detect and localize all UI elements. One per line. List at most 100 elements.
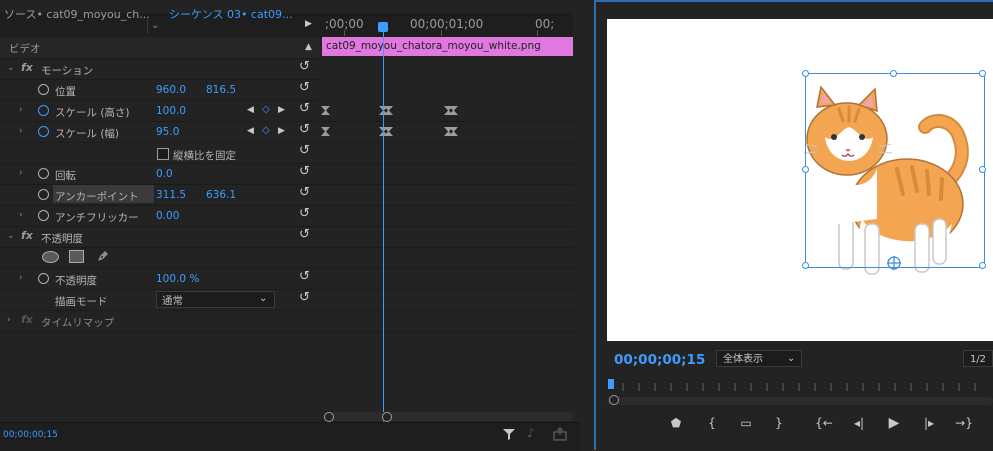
rotation-label: 回転 xyxy=(55,170,76,182)
rotation-value[interactable]: 0.0 xyxy=(156,168,173,180)
transform-handle[interactable] xyxy=(979,70,986,77)
stopwatch-icon[interactable] xyxy=(38,126,49,137)
mark-clip-button[interactable]: ▭ xyxy=(737,414,755,432)
timeline-row xyxy=(321,142,573,164)
expand-icon[interactable]: › xyxy=(19,273,23,283)
scale-height-label: スケール (高さ) xyxy=(55,107,130,119)
scale-height-value[interactable]: 100.0 xyxy=(156,105,186,117)
loop-audio-icon[interactable]: ♪ xyxy=(527,426,535,440)
stopwatch-icon[interactable] xyxy=(38,189,49,200)
scrollbar-left-handle[interactable] xyxy=(324,412,334,422)
opacity-expand-icon[interactable]: ⌄ xyxy=(7,231,15,241)
timeline-row xyxy=(321,247,573,269)
next-keyframe-icon[interactable]: ▶ xyxy=(278,105,285,115)
tab-sequence[interactable]: シーケンス 03• cat09... xyxy=(169,6,293,22)
stopwatch-icon[interactable] xyxy=(38,84,49,95)
opacity-value[interactable]: 100.0 % xyxy=(156,273,199,285)
program-time-ruler[interactable] xyxy=(607,381,993,391)
stopwatch-icon[interactable] xyxy=(38,105,49,116)
reset-icon[interactable]: ↺ xyxy=(299,290,310,305)
reset-icon[interactable]: ↺ xyxy=(299,164,310,179)
ruler-label-end: 00; xyxy=(535,17,555,31)
rectangle-mask-icon[interactable] xyxy=(69,250,84,263)
stopwatch-icon[interactable] xyxy=(38,210,49,221)
timeline-zoom-scrollbar[interactable] xyxy=(323,412,573,421)
timeline-row xyxy=(321,184,573,206)
timeline-row xyxy=(321,205,573,227)
program-playhead[interactable] xyxy=(608,379,614,389)
step-forward-button[interactable]: |▸ xyxy=(920,414,938,432)
prev-keyframe-icon[interactable]: ◀ xyxy=(247,105,254,115)
transform-handle[interactable] xyxy=(802,70,809,77)
program-zoom-scrollbar[interactable] xyxy=(607,397,993,405)
scale-width-value[interactable]: 95.0 xyxy=(156,126,179,138)
anchor-point-icon[interactable] xyxy=(886,255,902,271)
opacity-section-label: 不透明度 xyxy=(41,233,83,245)
reset-icon[interactable]: ↺ xyxy=(299,122,310,137)
stopwatch-icon[interactable] xyxy=(38,168,49,179)
tab-source-dropdown-icon[interactable]: ⌄ xyxy=(151,20,159,31)
transform-bounding-box[interactable] xyxy=(805,73,985,268)
add-marker-button[interactable]: ⬟ xyxy=(667,414,685,432)
expand-icon[interactable]: › xyxy=(19,210,23,220)
reset-icon[interactable]: ↺ xyxy=(299,59,310,74)
playhead-line[interactable] xyxy=(383,30,384,422)
add-keyframe-icon[interactable]: ◇ xyxy=(262,125,270,136)
fx-icon[interactable]: fx xyxy=(21,229,33,242)
playback-resolution-dropdown[interactable]: 1/2 xyxy=(963,350,993,367)
stopwatch-icon[interactable] xyxy=(38,273,49,284)
motion-label: モーション xyxy=(41,65,94,77)
expand-icon[interactable]: › xyxy=(19,105,23,115)
position-y-value[interactable]: 816.5 xyxy=(206,84,236,96)
chevron-down-icon[interactable]: ⌄ xyxy=(259,293,267,304)
add-keyframe-icon[interactable]: ◇ xyxy=(262,104,270,115)
go-to-in-button[interactable]: {← xyxy=(815,414,833,432)
filter-icon[interactable] xyxy=(502,427,516,441)
transform-handle[interactable] xyxy=(890,70,897,77)
reset-icon[interactable]: ↺ xyxy=(299,206,310,221)
timeline-row xyxy=(321,268,573,290)
expand-icon[interactable]: › xyxy=(19,168,23,178)
clip-bar[interactable]: cat09_moyou_chatora_moyou_white.png xyxy=(322,37,573,56)
anchor-point-x-value[interactable]: 311.5 xyxy=(156,189,186,201)
mark-out-button[interactable]: } xyxy=(770,414,788,432)
reset-icon[interactable]: ↺ xyxy=(299,269,310,284)
zoom-level-value: 全体表示 xyxy=(723,354,763,365)
tab-source[interactable]: ソース• cat09_moyou_ch... xyxy=(4,6,150,22)
fx-icon[interactable]: fx xyxy=(21,61,33,74)
step-back-button[interactable]: ◂| xyxy=(850,414,868,432)
pen-mask-icon[interactable] xyxy=(95,248,111,264)
playhead-handle[interactable] xyxy=(378,22,388,32)
transform-handle[interactable] xyxy=(802,166,809,173)
scrollbar-right-handle[interactable] xyxy=(382,412,392,422)
expand-icon[interactable]: › xyxy=(19,126,23,136)
motion-expand-icon[interactable]: ⌄ xyxy=(7,63,15,73)
time-remap-expand-icon[interactable]: › xyxy=(7,315,11,325)
timeline-row xyxy=(321,226,573,248)
reset-icon[interactable]: ↺ xyxy=(299,80,310,95)
next-keyframe-icon[interactable]: ▶ xyxy=(278,126,285,136)
mark-in-button[interactable]: { xyxy=(703,414,721,432)
anchor-point-y-value[interactable]: 636.1 xyxy=(206,189,236,201)
panel-menu-icon[interactable]: ▶ xyxy=(305,19,312,29)
play-button[interactable]: ▶ xyxy=(885,414,903,432)
reset-icon[interactable]: ↺ xyxy=(299,185,310,200)
anti-flicker-value[interactable]: 0.00 xyxy=(156,210,179,222)
reset-icon[interactable]: ↺ xyxy=(299,143,310,158)
program-scrollbar-handle[interactable] xyxy=(609,395,619,405)
export-icon[interactable] xyxy=(553,427,567,441)
uniform-scale-checkbox[interactable] xyxy=(157,148,169,160)
zoom-level-dropdown[interactable]: 全体表示 ⌄ xyxy=(716,350,802,367)
go-to-out-button[interactable]: →} xyxy=(955,414,973,432)
program-timecode[interactable]: 00;00;00;15 xyxy=(614,352,705,368)
reset-icon[interactable]: ↺ xyxy=(299,227,310,242)
reset-icon[interactable]: ↺ xyxy=(299,101,310,116)
transform-handle[interactable] xyxy=(979,166,986,173)
section-collapse-icon[interactable]: ▲ xyxy=(305,42,312,52)
ellipse-mask-icon[interactable] xyxy=(42,251,59,263)
transform-handle[interactable] xyxy=(979,262,986,269)
prev-keyframe-icon[interactable]: ◀ xyxy=(247,126,254,136)
position-x-value[interactable]: 960.0 xyxy=(156,84,186,96)
timeline-row-scale-height xyxy=(321,100,573,122)
transform-handle[interactable] xyxy=(802,262,809,269)
